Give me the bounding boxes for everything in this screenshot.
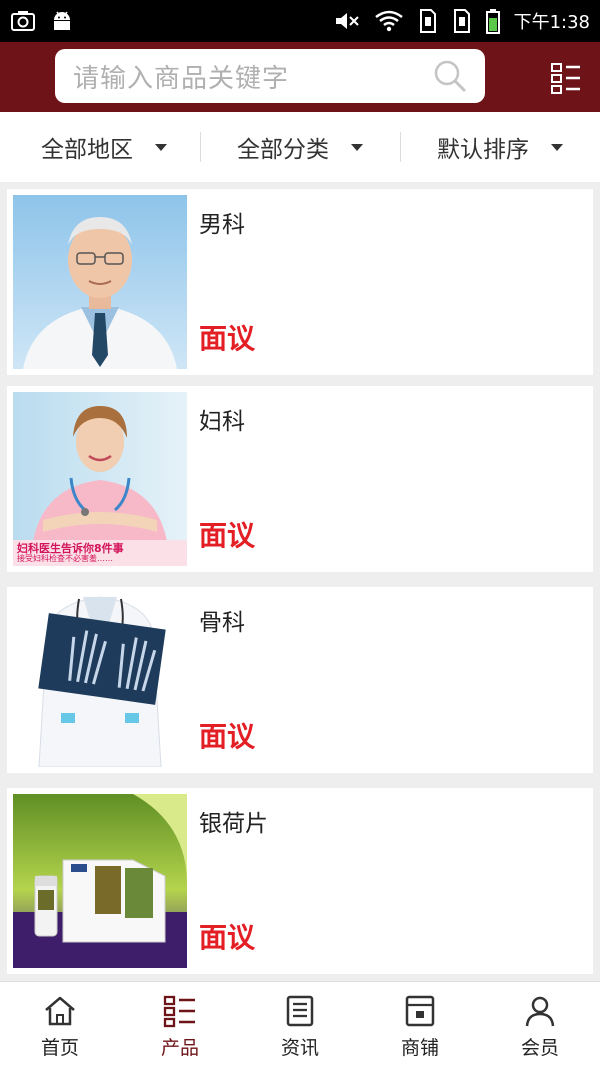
nav-news-label: 资讯 xyxy=(280,1037,319,1059)
status-time: 下午1:38 xyxy=(513,12,590,33)
elderly-doctor-photo xyxy=(13,195,187,369)
android-icon xyxy=(50,9,74,33)
filter-bar: 全部地区 全部分类 默认排序 xyxy=(0,112,600,182)
nav-shop-label: 商铺 xyxy=(400,1037,439,1059)
product-card[interactable]: 妇科医生告诉你8件事 接受妇科检查不必害羞…… 妇科 面议 xyxy=(7,386,593,572)
status-right: 下午1:38 xyxy=(334,8,590,34)
product-price: 面议 xyxy=(199,322,256,355)
home-icon xyxy=(45,996,75,1026)
header: 请输入商品关键字 xyxy=(0,42,600,112)
wifi-icon xyxy=(374,9,404,33)
caret-down-icon xyxy=(155,143,167,151)
news-icon xyxy=(286,995,314,1027)
battery-icon xyxy=(485,8,500,34)
image-caption-2: 接受妇科检查不必害羞…… xyxy=(17,554,113,563)
filter-category-label: 全部分类 xyxy=(237,137,329,163)
product-name: 妇科 xyxy=(199,409,245,435)
filter-region[interactable]: 全部地区 xyxy=(0,112,200,182)
nav-news[interactable]: 资讯 xyxy=(240,982,360,1067)
status-left xyxy=(10,9,74,33)
doctor-xray-photo xyxy=(13,593,187,767)
nav-home[interactable]: 首页 xyxy=(0,982,120,1067)
filter-region-label: 全部地区 xyxy=(41,137,133,163)
status-bar: 下午1:38 xyxy=(0,0,600,42)
nav-member-label: 会员 xyxy=(520,1037,559,1059)
product-price: 面议 xyxy=(199,720,256,753)
product-card[interactable]: 男科 面议 xyxy=(7,189,593,375)
sim2-icon xyxy=(452,8,472,34)
caret-down-icon xyxy=(351,143,363,151)
product-card[interactable]: 银荷片 面议 xyxy=(7,788,593,974)
sim1-icon xyxy=(418,8,438,34)
product-name: 男科 xyxy=(199,212,245,238)
product-list-icon xyxy=(163,995,195,1028)
nurse-photo: 妇科医生告诉你8件事 接受妇科检查不必害羞…… xyxy=(13,392,187,566)
filter-sort[interactable]: 默认排序 xyxy=(400,112,600,182)
product-name: 骨科 xyxy=(199,610,245,636)
list-menu-icon[interactable] xyxy=(550,62,582,94)
search-icon[interactable] xyxy=(433,59,467,93)
bottom-nav: 首页 产品 资讯 商铺 会员 xyxy=(0,981,600,1067)
medicine-box-photo xyxy=(13,794,187,968)
filter-category[interactable]: 全部分类 xyxy=(200,112,400,182)
product-name: 银荷片 xyxy=(199,811,268,837)
search-placeholder: 请输入商品关键字 xyxy=(73,63,290,94)
caret-down-icon xyxy=(551,143,563,151)
mute-icon xyxy=(334,9,360,33)
camera-icon xyxy=(10,10,36,32)
product-card[interactable]: 骨科 面议 xyxy=(7,587,593,773)
product-price: 面议 xyxy=(199,519,256,552)
nav-shop[interactable]: 商铺 xyxy=(360,982,480,1067)
nav-home-label: 首页 xyxy=(40,1037,79,1059)
search-input[interactable]: 请输入商品关键字 xyxy=(55,49,485,103)
member-icon xyxy=(525,996,555,1027)
nav-products[interactable]: 产品 xyxy=(120,982,240,1067)
product-price: 面议 xyxy=(199,921,256,954)
filter-sort-label: 默认排序 xyxy=(437,137,529,163)
nav-member[interactable]: 会员 xyxy=(480,982,600,1067)
shop-icon xyxy=(405,995,435,1027)
nav-products-label: 产品 xyxy=(160,1037,199,1059)
